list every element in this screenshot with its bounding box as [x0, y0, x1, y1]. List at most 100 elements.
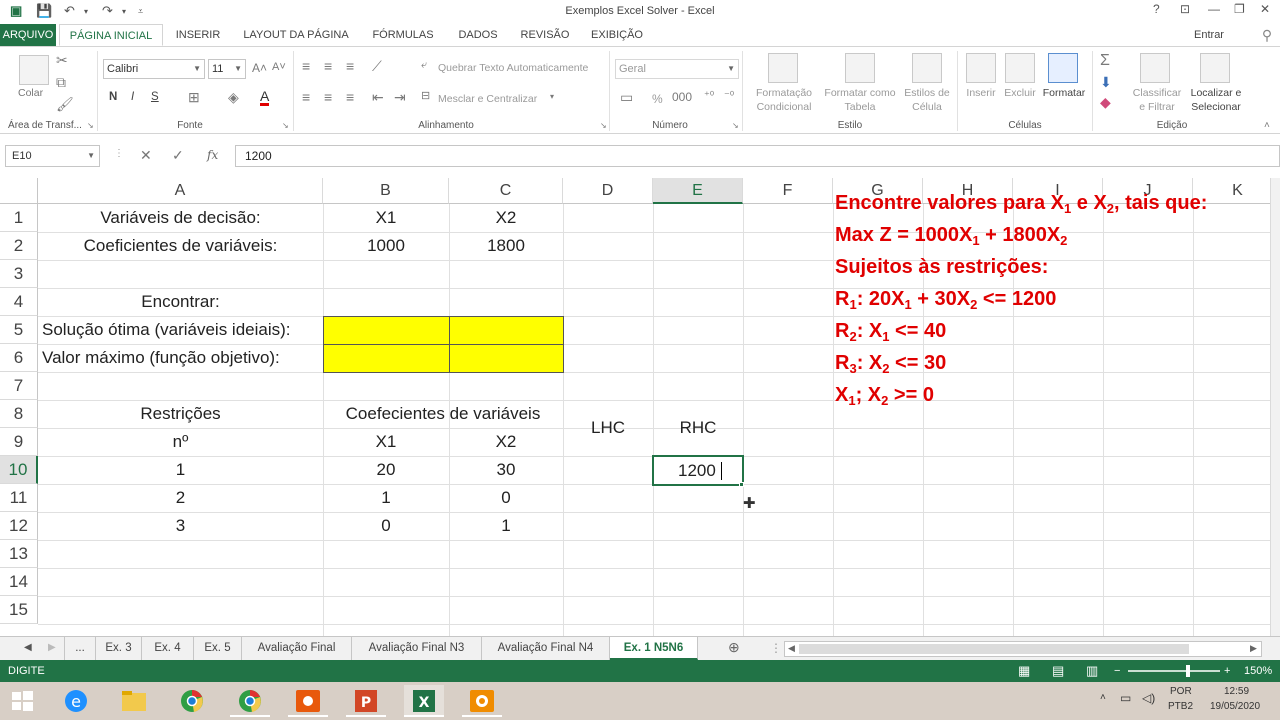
align-bottom-icon[interactable]: ≡ — [346, 59, 354, 73]
conditional-formatting-icon[interactable] — [768, 53, 798, 83]
formula-input[interactable]: 1200 — [235, 145, 1280, 167]
find-select-line2[interactable]: Selecionar — [1186, 101, 1246, 113]
cell-b5[interactable] — [323, 316, 450, 345]
tray-expand-icon[interactable]: ˄ — [1100, 692, 1106, 703]
tab-layout[interactable]: LAYOUT DA PÁGINA — [235, 24, 357, 46]
vertical-scrollbar[interactable] — [1270, 178, 1280, 636]
decrease-indent-icon[interactable]: ⇤ — [372, 90, 384, 104]
tab-pagina-inicial[interactable]: PÁGINA INICIAL — [59, 24, 163, 46]
cell-a11[interactable]: 2 — [38, 484, 323, 512]
cell-c12[interactable]: 1 — [449, 512, 563, 540]
align-middle-icon[interactable]: ≡ — [324, 59, 332, 73]
scroll-left-icon[interactable]: ◀ — [788, 643, 795, 654]
increase-decimal-icon[interactable]: ⁺⁰ — [704, 91, 714, 102]
find-select-icon[interactable] — [1200, 53, 1230, 83]
tab-formulas[interactable]: FÓRMULAS — [364, 24, 442, 46]
wrap-text-button[interactable]: Quebrar Texto Automaticamente — [438, 62, 588, 74]
cell-c2[interactable]: 1800 — [449, 232, 563, 260]
scroll-thumb[interactable] — [799, 644, 1189, 654]
column-header-c[interactable]: C — [449, 178, 563, 204]
tab-exibicao[interactable]: EXIBIÇÃO — [584, 24, 650, 46]
cell-a1[interactable]: Variáveis de decisão: — [38, 204, 323, 232]
sheet-tab-ex5[interactable]: Ex. 5 — [194, 637, 242, 660]
delete-cells-icon[interactable] — [1005, 53, 1035, 83]
row-header-13[interactable]: 13 — [0, 540, 38, 568]
insert-function-button[interactable]: fx — [207, 148, 218, 162]
chrome-icon-1[interactable] — [172, 685, 212, 717]
number-format-select[interactable]: Geral ▼ — [615, 59, 739, 79]
active-cell-e10[interactable]: 1200 — [652, 455, 744, 486]
file-explorer-icon[interactable] — [114, 685, 154, 717]
zoom-level[interactable]: 150% — [1244, 660, 1272, 682]
format-as-table-icon[interactable] — [845, 53, 875, 83]
sheet-tab-avaliacao-final-n3[interactable]: Avaliação Final N3 — [352, 637, 482, 660]
cell-a12[interactable]: 3 — [38, 512, 323, 540]
cell-styles-line1[interactable]: Estilos de — [900, 87, 954, 99]
tab-revisao[interactable]: REVISÃO — [514, 24, 576, 46]
cell-b10[interactable]: 20 — [323, 456, 449, 484]
chrome-icon-2[interactable] — [230, 685, 270, 717]
normal-view-icon[interactable]: ▦ — [1018, 660, 1030, 682]
new-sheet-icon[interactable]: ⊕ — [728, 639, 740, 656]
font-color-icon[interactable]: A — [260, 89, 270, 106]
underline-button[interactable]: S — [151, 91, 159, 103]
fill-icon[interactable]: ⬇ — [1100, 75, 1112, 89]
recorder-app-icon[interactable] — [462, 685, 502, 717]
scroll-right-icon[interactable]: ▶ — [1250, 643, 1257, 654]
format-cells-icon[interactable] — [1048, 53, 1078, 83]
cell-a9[interactable]: nº — [38, 428, 323, 456]
column-header-d[interactable]: D — [563, 178, 653, 204]
cell-e8-rhc[interactable]: RHC — [653, 414, 743, 442]
insert-cells-button[interactable]: Inserir — [962, 87, 1000, 99]
column-header-b[interactable]: B — [323, 178, 449, 204]
close-icon[interactable]: ✕ — [1260, 2, 1270, 16]
tab-inserir[interactable]: INSERIR — [168, 24, 228, 46]
cell-a8[interactable]: Restrições — [38, 400, 323, 428]
volume-icon[interactable]: ◁) — [1142, 691, 1155, 705]
select-all-corner[interactable] — [0, 178, 38, 204]
cell-b11[interactable]: 1 — [323, 484, 449, 512]
page-break-view-icon[interactable]: ▥ — [1086, 660, 1098, 682]
clock-date[interactable]: 19/05/2020 — [1210, 701, 1260, 712]
align-top-icon[interactable]: ≡ — [302, 59, 310, 73]
cell-b8[interactable]: Coefecientes de variáveis — [323, 400, 563, 428]
find-select-line1[interactable]: Localizar e — [1186, 87, 1246, 99]
row-header-6[interactable]: 6 — [0, 344, 38, 372]
merge-center-icon[interactable]: ⊟ — [421, 91, 430, 102]
delete-cells-button[interactable]: Excluir — [1001, 87, 1039, 99]
cell-b2[interactable]: 1000 — [323, 232, 449, 260]
font-size-select[interactable]: 11 ▼ — [208, 59, 246, 79]
cell-b9[interactable]: X1 — [323, 428, 449, 456]
format-painter-icon[interactable]: 🖌 — [56, 97, 74, 111]
orientation-icon[interactable]: ⟋ — [372, 59, 382, 73]
fill-handle[interactable] — [739, 482, 744, 487]
network-icon[interactable]: ▭ — [1120, 691, 1131, 705]
ribbon-display-icon[interactable]: ⊡ — [1180, 2, 1190, 16]
paste-label[interactable]: Colar — [18, 87, 43, 99]
borders-icon[interactable]: ⊞ — [188, 90, 200, 104]
sheet-tab-ex4[interactable]: Ex. 4 — [142, 637, 194, 660]
clipboard-launcher-icon[interactable]: ↘ — [87, 122, 94, 130]
cell-c11[interactable]: 0 — [449, 484, 563, 512]
merge-dropdown-icon[interactable]: ▾ — [550, 93, 554, 101]
cell-c10[interactable]: 30 — [449, 456, 563, 484]
comma-style-icon[interactable]: 000 — [672, 91, 692, 103]
name-box-dropdown-icon[interactable]: ▼ — [87, 146, 95, 166]
row-header-15[interactable]: 15 — [0, 596, 38, 624]
sheet-tab-avaliacao-final[interactable]: Avaliação Final — [242, 637, 352, 660]
zoom-slider[interactable] — [1128, 670, 1220, 672]
increase-indent-icon[interactable]: ⇥ — [394, 90, 406, 104]
insert-cells-icon[interactable] — [966, 53, 996, 83]
cell-c6[interactable] — [449, 344, 564, 373]
wrap-text-icon[interactable]: ⤶ — [421, 60, 427, 71]
alignment-launcher-icon[interactable]: ↘ — [600, 122, 607, 130]
cell-a2[interactable]: Coeficientes de variáveis: — [38, 232, 323, 260]
help-button[interactable]: ? — [1153, 2, 1160, 16]
sort-filter-line1[interactable]: Classificar — [1128, 87, 1186, 99]
row-header-7[interactable]: 7 — [0, 372, 38, 400]
column-header-f[interactable]: F — [743, 178, 833, 204]
align-left-icon[interactable]: ≡ — [302, 90, 310, 104]
confirm-entry-icon[interactable]: ✓ — [172, 147, 184, 164]
merge-center-button[interactable]: Mesclar e Centralizar — [438, 93, 537, 105]
worksheet-grid[interactable]: A B C D E F G H I J K 1 2 3 4 5 6 7 8 9 … — [0, 178, 1270, 636]
